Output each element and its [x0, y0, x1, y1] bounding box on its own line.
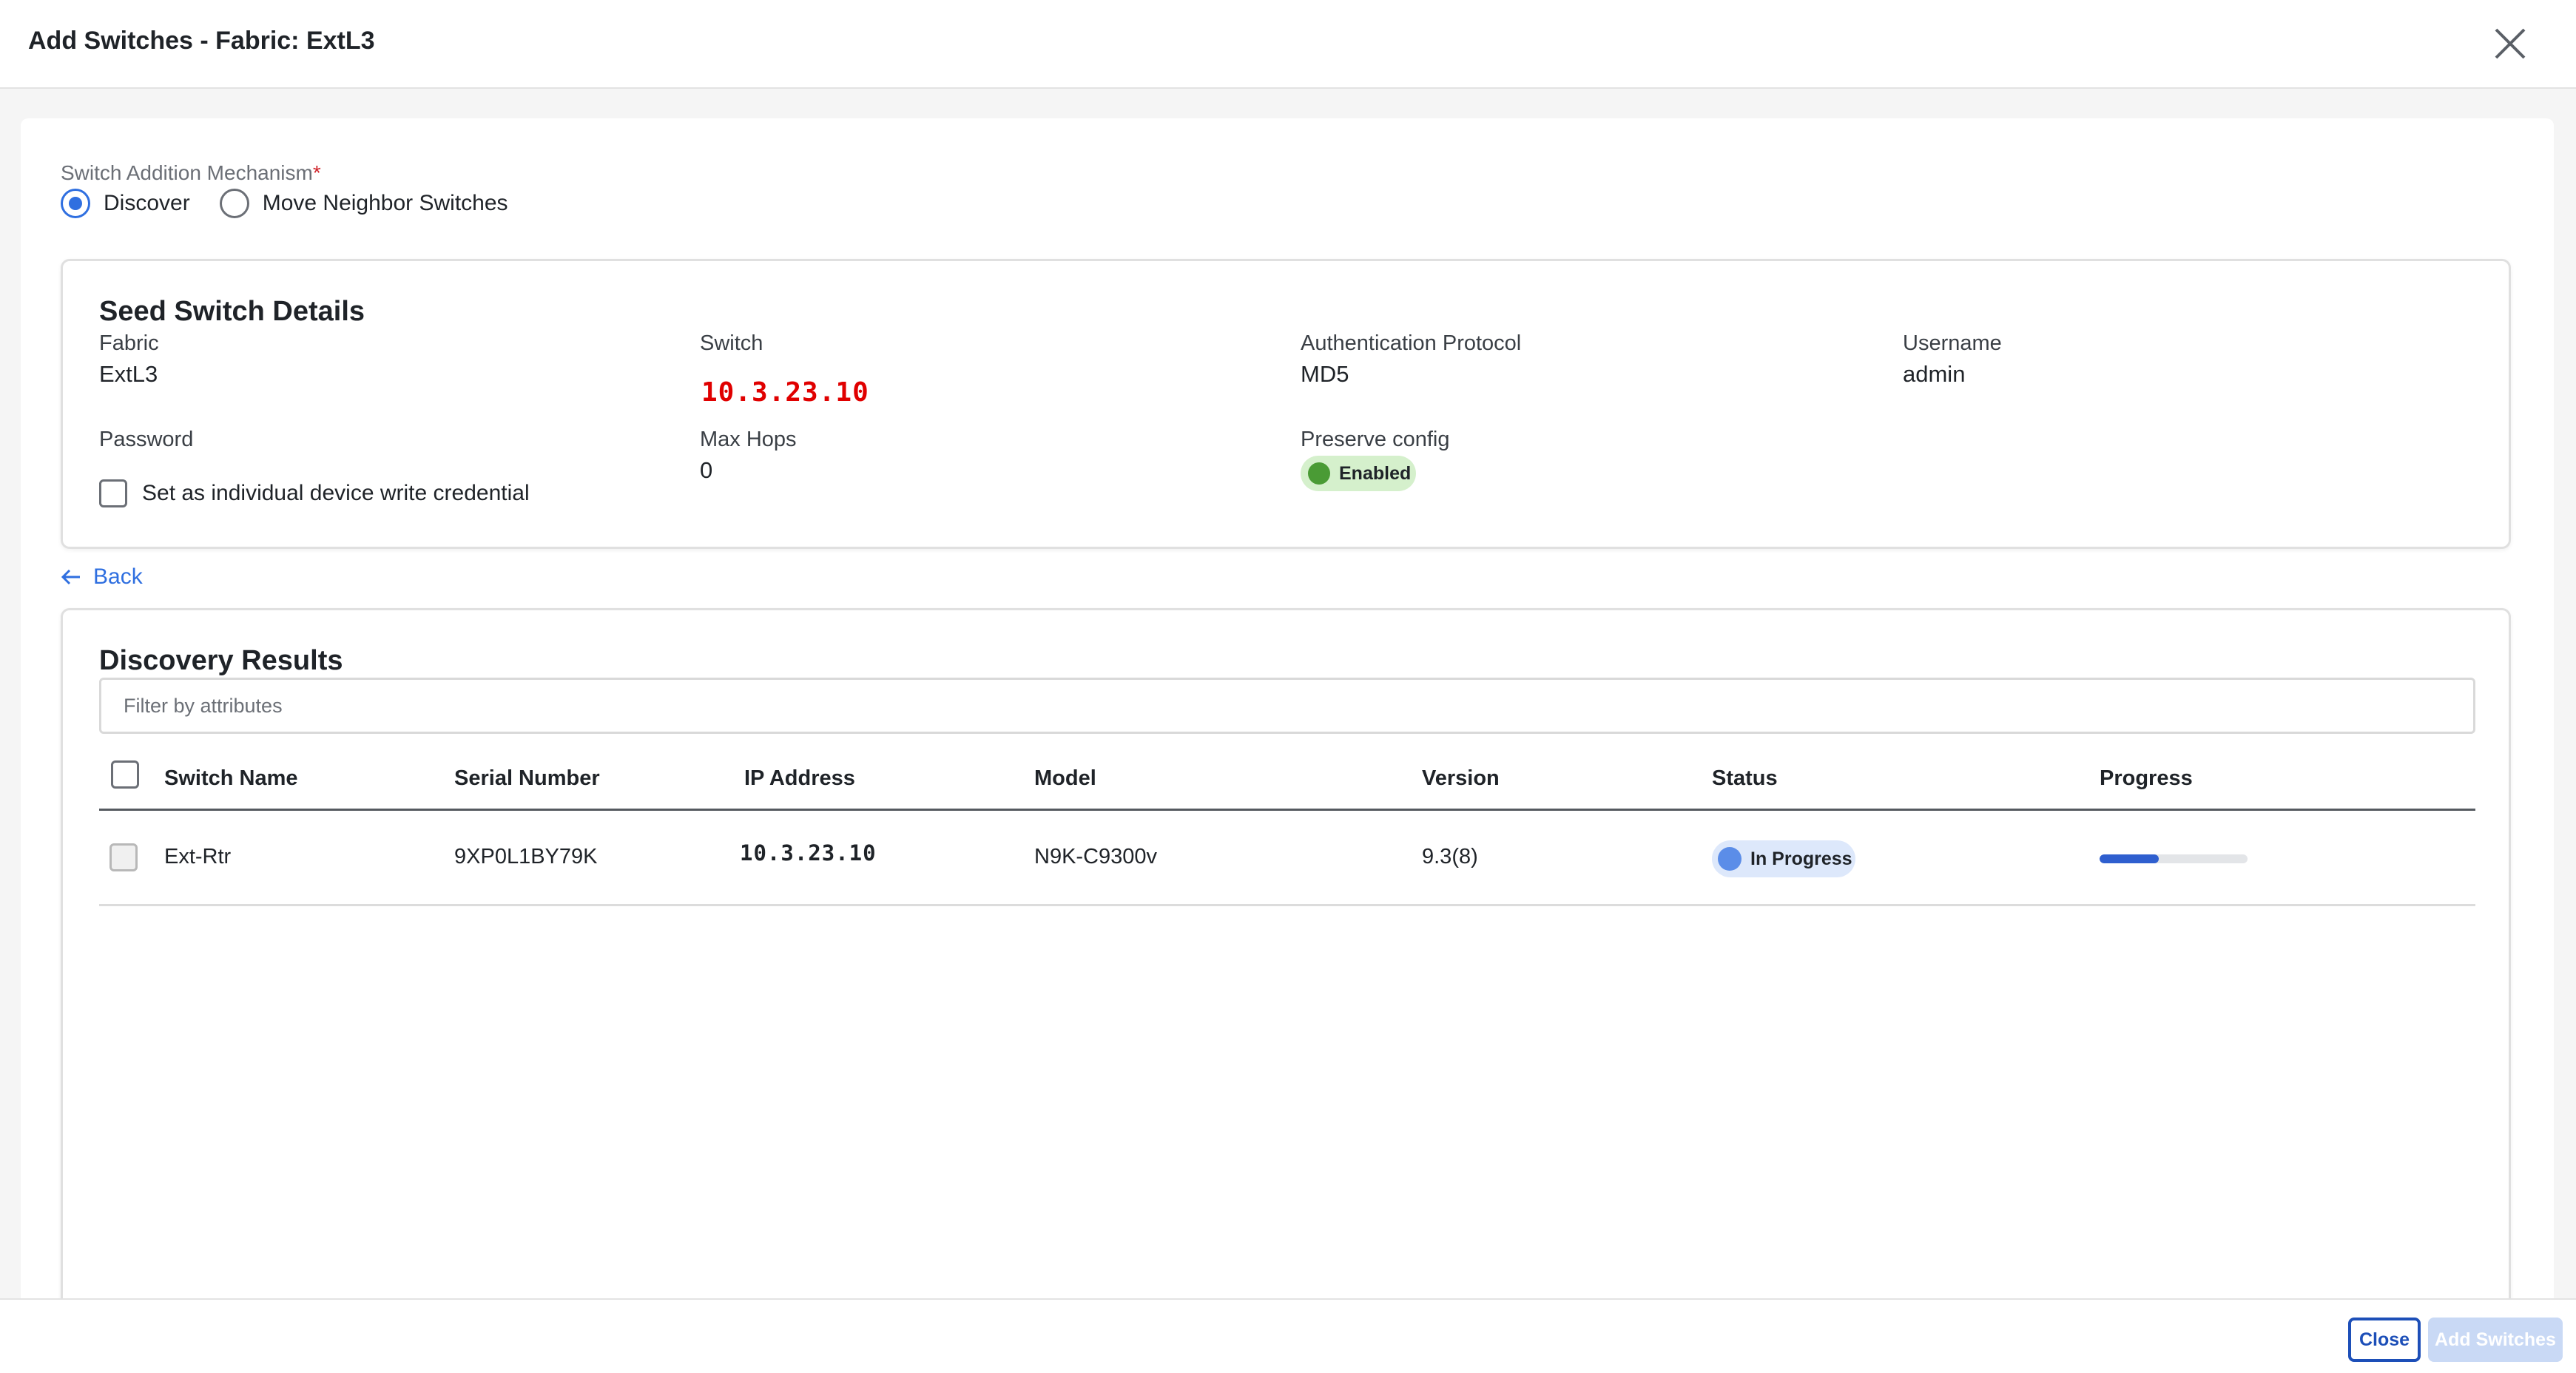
filter-input[interactable]: [99, 678, 2475, 734]
dialog-header: Add Switches - Fabric: ExtL3: [0, 0, 2576, 89]
username-value: admin: [1903, 361, 1966, 387]
progress-bar: [2100, 854, 2248, 863]
dialog-footer: [0, 1298, 2576, 1373]
discovery-results-title: Discovery Results: [99, 645, 343, 676]
mechanism-label-text: Switch Addition Mechanism: [61, 161, 313, 184]
column-header-serial-number[interactable]: Serial Number: [454, 766, 600, 791]
enabled-status-icon: [1308, 462, 1330, 485]
radio-move-neighbor[interactable]: [219, 189, 249, 218]
column-header-status[interactable]: Status: [1712, 766, 1778, 791]
status-badge-text: In Progress: [1750, 848, 1852, 869]
preserve-config-label: Preserve config: [1301, 428, 1450, 451]
max-hops-value: 0: [700, 457, 713, 483]
mechanism-label: Switch Addition Mechanism*: [61, 161, 321, 185]
seed-switch-title: Seed Switch Details: [99, 296, 365, 327]
column-header-ip-address[interactable]: IP Address: [744, 766, 855, 791]
fabric-value: ExtL3: [99, 361, 158, 387]
add-switches-button[interactable]: Add Switches: [2428, 1318, 2563, 1362]
in-progress-status-icon: [1718, 847, 1742, 871]
radio-option-discover[interactable]: Discover: [61, 189, 190, 218]
credential-checkbox[interactable]: [99, 479, 127, 507]
switch-label: Switch: [700, 331, 763, 355]
username-label: Username: [1903, 331, 2002, 355]
column-header-progress[interactable]: Progress: [2100, 766, 2193, 791]
preserve-config-badge-text: Enabled: [1339, 462, 1412, 484]
arrow-left-icon: [61, 569, 80, 585]
table-header-divider: [99, 809, 2475, 811]
cell-ip-address: 10.3.23.10: [740, 840, 877, 866]
row-checkbox[interactable]: [109, 843, 138, 871]
auth-protocol-value: MD5: [1301, 361, 1349, 387]
column-header-switch-name[interactable]: Switch Name: [164, 766, 298, 791]
cell-serial-number: 9XP0L1BY79K: [454, 845, 598, 868]
radio-discover-label: Discover: [104, 191, 190, 215]
required-mark: *: [312, 161, 321, 184]
select-all-checkbox[interactable]: [111, 760, 139, 789]
radio-discover[interactable]: [61, 189, 90, 218]
close-icon[interactable]: [2490, 24, 2530, 64]
mechanism-radio-group: Discover Move Neighbor Switches: [61, 188, 538, 219]
column-header-model[interactable]: Model: [1034, 766, 1096, 791]
progress-bar-fill: [2100, 854, 2159, 863]
credential-checkbox-label: Set as individual device write credentia…: [142, 481, 530, 505]
back-link[interactable]: Back: [61, 562, 143, 592]
cell-model: N9K-C9300v: [1034, 845, 1158, 868]
radio-move-neighbor-label: Move Neighbor Switches: [262, 191, 508, 215]
dialog-title: Add Switches - Fabric: ExtL3: [28, 27, 375, 55]
auth-protocol-label: Authentication Protocol: [1301, 331, 1522, 355]
cell-switch-name: Ext-Rtr: [164, 845, 232, 868]
status-badge: In Progress: [1712, 840, 1855, 877]
switch-ip-value: 10.3.23.10: [701, 377, 869, 408]
fabric-label: Fabric: [99, 331, 159, 355]
preserve-config-badge: Enabled: [1301, 456, 1416, 491]
column-header-version[interactable]: Version: [1422, 766, 1500, 791]
password-label: Password: [99, 428, 194, 451]
cell-version: 9.3(8): [1422, 845, 1478, 868]
back-link-label: Back: [93, 564, 143, 589]
max-hops-label: Max Hops: [700, 428, 797, 451]
table-row-divider: [99, 904, 2475, 906]
close-button[interactable]: Close: [2348, 1318, 2421, 1362]
radio-option-move-neighbor[interactable]: Move Neighbor Switches: [219, 189, 508, 218]
